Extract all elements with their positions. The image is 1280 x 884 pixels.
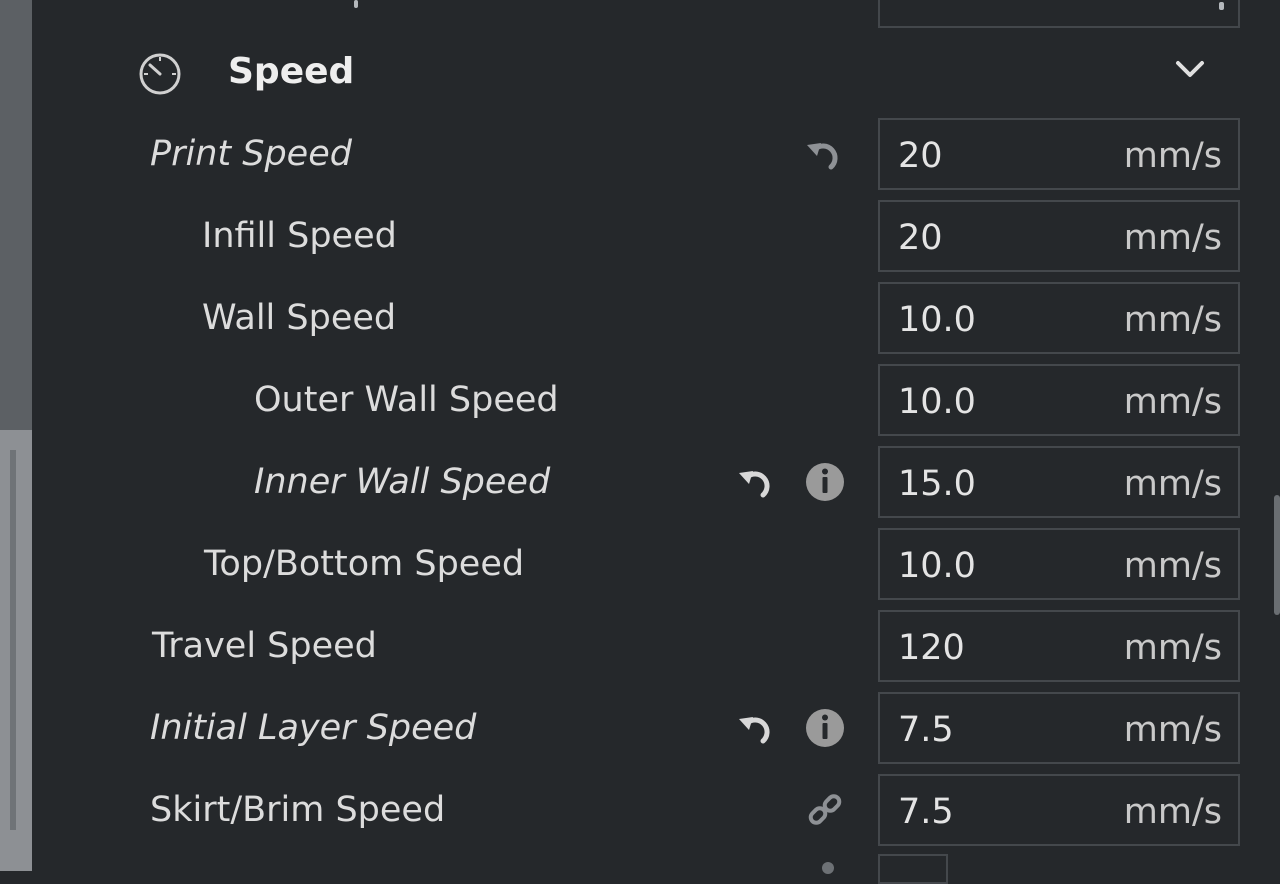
setting-label: Travel Speed: [152, 626, 377, 666]
setting-label: Top/Bottom Speed: [204, 544, 525, 584]
setting-label: Infill Speed: [202, 216, 397, 256]
setting-label: Wall Speed: [202, 298, 397, 338]
infill-speed-input[interactable]: 20 mm/s: [878, 200, 1240, 272]
setting-row-skirt-brim-speed: Skirt/Brim Speed 7.5 mm/s: [32, 774, 1280, 848]
reset-icon[interactable]: [804, 132, 846, 176]
field-value: 15.0: [898, 464, 976, 504]
setting-row-travel-speed: Travel Speed 120 mm/s: [32, 610, 1280, 684]
field-value: 10.0: [898, 300, 976, 340]
field-unit: mm/s: [1123, 382, 1222, 422]
section-title: Speed: [228, 51, 355, 92]
setting-label: Skirt/Brim Speed: [150, 790, 446, 830]
setting-row-print-speed: Print Speed 20 mm/s: [32, 118, 1280, 192]
field-value: 7.5: [898, 710, 954, 750]
panel-scrollbar[interactable]: [1274, 495, 1280, 615]
field-unit: mm/s: [1123, 710, 1222, 750]
field-value: 10.0: [898, 382, 976, 422]
model-preview: [0, 430, 32, 871]
reset-icon[interactable]: [736, 460, 778, 504]
field-value: 20: [898, 136, 943, 176]
speedometer-icon: [139, 53, 181, 95]
setting-row-infill-speed: Infill Speed 20 mm/s: [32, 200, 1280, 274]
setting-row-inner-wall-speed: Inner Wall Speed 15.0 mm/s: [32, 446, 1280, 520]
print-speed-input[interactable]: 20 mm/s: [878, 118, 1240, 190]
3d-viewport[interactable]: [0, 0, 32, 871]
field-value: 20: [898, 218, 943, 258]
field-unit: mm/s: [1123, 546, 1222, 586]
setting-row-wall-speed: Wall Speed 10.0 mm/s: [32, 282, 1280, 356]
setting-row-top-bottom-speed: Top/Bottom Speed 10.0 mm/s: [32, 528, 1280, 602]
speed-section-header[interactable]: Speed: [32, 40, 1280, 104]
wall-speed-input[interactable]: 10.0 mm/s: [878, 282, 1240, 354]
reset-icon[interactable]: [736, 706, 778, 750]
outer-wall-speed-input[interactable]: 10.0 mm/s: [878, 364, 1240, 436]
previous-value-field[interactable]: [878, 0, 1240, 28]
info-icon[interactable]: [804, 460, 846, 504]
field-unit: mm/s: [1123, 300, 1222, 340]
print-settings-panel: Speed Print Speed 20 mm/s Infill Speed 2…: [32, 0, 1280, 884]
link-icon[interactable]: [804, 788, 846, 832]
field-unit: mm/s: [1123, 464, 1222, 504]
setting-row-outer-wall-speed: Outer Wall Speed 10.0 mm/s: [32, 364, 1280, 438]
setting-label: Inner Wall Speed: [254, 462, 551, 502]
field-unit: mm/s: [1123, 218, 1222, 258]
field-value: 120: [898, 628, 965, 668]
field-unit: mm/s: [1123, 628, 1222, 668]
setting-label: Initial Layer Speed: [150, 708, 477, 748]
field-value: 10.0: [898, 546, 976, 586]
top-bottom-speed-input[interactable]: 10.0 mm/s: [878, 528, 1240, 600]
previous-row-fragment: [354, 0, 358, 8]
field-unit: mm/s: [1123, 136, 1222, 176]
chevron-down-icon[interactable]: [1172, 54, 1208, 84]
travel-speed-input[interactable]: 120 mm/s: [878, 610, 1240, 682]
inner-wall-speed-input[interactable]: 15.0 mm/s: [878, 446, 1240, 518]
initial-layer-speed-input[interactable]: 7.5 mm/s: [878, 692, 1240, 764]
field-value: 7.5: [898, 792, 954, 832]
next-row-icon-fragment: [822, 862, 834, 874]
info-icon[interactable]: [804, 706, 846, 750]
field-unit: mm/s: [1123, 792, 1222, 832]
skirt-brim-speed-input[interactable]: 7.5 mm/s: [878, 774, 1240, 846]
setting-label: Outer Wall Speed: [254, 380, 559, 420]
next-value-field[interactable]: [878, 854, 948, 884]
setting-label: Print Speed: [150, 134, 352, 174]
setting-row-initial-layer-speed: Initial Layer Speed 7.5 mm/s: [32, 692, 1280, 766]
